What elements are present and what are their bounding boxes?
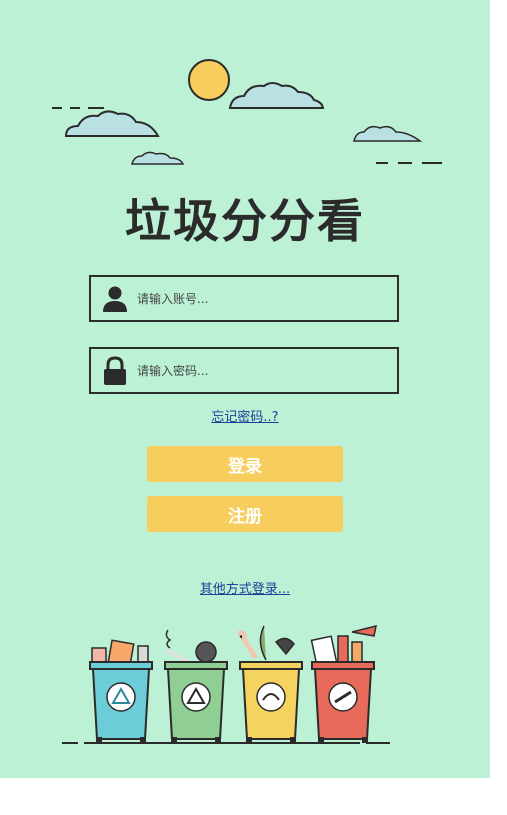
login-panel: 垃圾分分看 忘记密码..? 登录 注册 其他方式登录... bbox=[0, 0, 490, 778]
cloud-icon-right bbox=[353, 125, 423, 142]
register-button[interactable]: 注册 bbox=[147, 496, 343, 532]
cloud-icon-top bbox=[228, 82, 325, 109]
lock-icon bbox=[101, 355, 129, 386]
cloud-icon-small bbox=[131, 151, 185, 165]
trash-bins-illustration bbox=[62, 624, 390, 744]
forgot-password-link[interactable]: 忘记密码..? bbox=[0, 406, 490, 425]
username-input[interactable] bbox=[135, 290, 379, 307]
login-button[interactable]: 登录 bbox=[147, 446, 343, 482]
garbage-items bbox=[91, 624, 377, 667]
sky-illustration bbox=[52, 59, 442, 165]
password-input[interactable] bbox=[135, 362, 379, 379]
bin-other bbox=[311, 661, 375, 743]
sun-icon bbox=[188, 59, 230, 101]
page-title: 垃圾分分看 bbox=[125, 194, 365, 248]
bin-recyclable bbox=[89, 661, 153, 743]
user-icon bbox=[101, 284, 129, 314]
cloud-icon-left bbox=[64, 110, 160, 137]
password-field[interactable] bbox=[89, 347, 399, 394]
username-field[interactable] bbox=[89, 275, 399, 322]
bin-kitchen bbox=[239, 661, 303, 743]
other-login-link[interactable]: 其他方式登录... bbox=[0, 578, 490, 597]
bin-green bbox=[164, 661, 228, 743]
